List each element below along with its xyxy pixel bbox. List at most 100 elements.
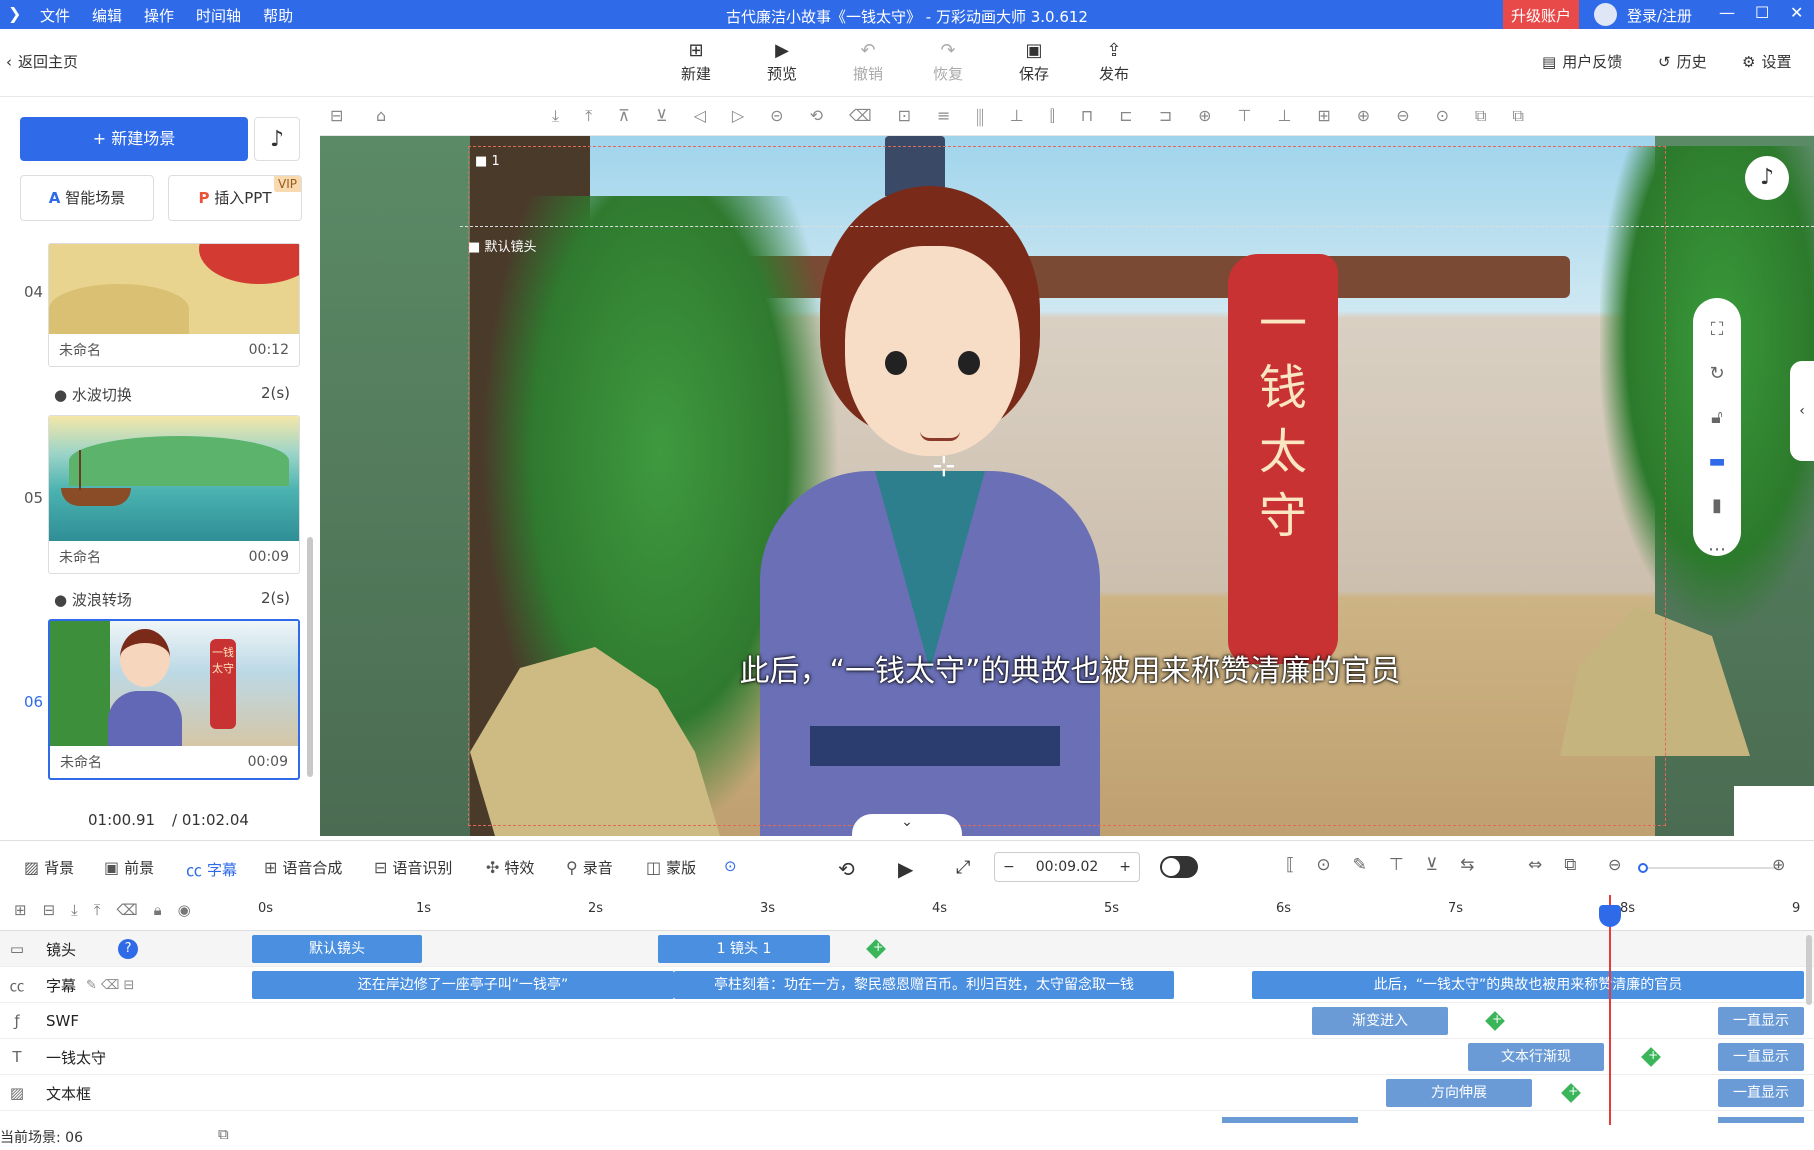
plus-icon[interactable]: + bbox=[1119, 859, 1131, 875]
new-scene-button[interactable]: + 新建场景 bbox=[20, 117, 248, 161]
history-button[interactable]: ↺ 历史 bbox=[1658, 51, 1707, 72]
toggle-switch[interactable] bbox=[1160, 856, 1198, 878]
add-folder-icon[interactable]: ⊞ bbox=[14, 901, 27, 924]
scene-card-06[interactable]: 一钱太守 未命名 00:09 bbox=[48, 619, 300, 780]
minimize-icon[interactable]: — bbox=[1719, 3, 1735, 22]
effect-clip[interactable]: 一直显示 bbox=[1718, 1043, 1804, 1071]
effect-clip[interactable]: 文本行渐现 bbox=[1468, 1043, 1604, 1071]
add-keyframe-icon[interactable] bbox=[1641, 1047, 1661, 1067]
save-button[interactable]: ▣ 保存 bbox=[1008, 39, 1060, 84]
caption-clip[interactable]: 亭柱刻着：功在一方，黎民感恩赠百币。利归百姓，太守留念取一钱 bbox=[674, 971, 1174, 999]
chevron-down-icon[interactable]: ⌄ bbox=[852, 814, 962, 836]
undo-button[interactable]: ↶ 撤销 bbox=[842, 39, 894, 84]
rotate-icon[interactable]: ↻ bbox=[1693, 352, 1741, 396]
play-icon[interactable]: ▶ bbox=[898, 857, 913, 881]
ruler-icon[interactable]: ⊟ bbox=[330, 106, 343, 125]
copy-icon[interactable]: ⧉ bbox=[218, 1125, 229, 1143]
align-tools[interactable]: ⤓⤒⊼⊻◁▷⊝⟲⌫⊡≡⫼⊥⫿⊓⊏⊐⊕⊤⊥⊞⊕⊖⊙⧉⧉ bbox=[552, 106, 1550, 126]
login-button[interactable]: 登录/注册 bbox=[1627, 5, 1692, 26]
help-icon[interactable]: ? bbox=[118, 939, 139, 959]
fullscreen-icon[interactable]: ⛶ bbox=[1693, 308, 1741, 352]
scene-card-05[interactable]: 未命名 00:09 bbox=[48, 415, 300, 574]
timeline-tools[interactable]: ⟦⊙✎⊤⊻⇆ bbox=[1286, 855, 1496, 875]
more-tabs-icon[interactable]: ⊙ bbox=[724, 857, 737, 875]
lock-icon[interactable]: 🔒︎ bbox=[154, 901, 162, 924]
camera-clip[interactable]: 默认镜头 bbox=[252, 935, 422, 963]
add-keyframe-icon[interactable] bbox=[1561, 1083, 1581, 1103]
insert-ppt-button[interactable]: P 插入PPT VIP bbox=[168, 175, 302, 221]
tab-record[interactable]: ⚲ 录音 bbox=[566, 857, 613, 878]
tab-foreground[interactable]: ▣ 前景 bbox=[104, 857, 154, 878]
redo-button[interactable]: ↷ 恢复 bbox=[922, 39, 974, 84]
track-label[interactable]: T 一钱太守 bbox=[0, 1039, 252, 1075]
camera-frame[interactable] bbox=[468, 146, 1666, 826]
avatar[interactable] bbox=[1594, 3, 1617, 26]
transition-item[interactable]: ● 水波切换 2(s) bbox=[54, 384, 290, 405]
time-ruler[interactable]: 0s 1s 2s 3s 4s 5s 6s 7s 8s 9 bbox=[252, 895, 1814, 931]
settings-button[interactable]: ⚙ 设置 bbox=[1742, 51, 1791, 72]
trash-icon[interactable]: ⌫ bbox=[116, 901, 137, 924]
panel-toggle-icon[interactable]: ‹ bbox=[1790, 361, 1814, 461]
move-down-icon[interactable]: ⤓ bbox=[71, 901, 78, 924]
music-note-icon[interactable]: ♪ bbox=[254, 117, 300, 161]
tab-tts[interactable]: ⊞ 语音合成 bbox=[264, 857, 342, 878]
track-label[interactable]: ▨ 文本框 bbox=[0, 1075, 252, 1111]
minimap[interactable] bbox=[1734, 786, 1814, 836]
tab-mask[interactable]: ◫ 蒙版 bbox=[646, 857, 696, 878]
zoom-out-icon[interactable]: ⊖ bbox=[1608, 855, 1621, 874]
monitor-icon[interactable]: ▬ bbox=[1693, 440, 1741, 484]
camera-clip[interactable]: 1 镜头 1 bbox=[658, 935, 830, 963]
effect-clip[interactable]: 一直显示 bbox=[1718, 1007, 1804, 1035]
effect-clip[interactable] bbox=[1222, 1117, 1358, 1123]
replay-icon[interactable]: ⟲ bbox=[838, 857, 855, 881]
stage-canvas[interactable]: 一 钱 太 守 ■ 1 ■ 默认镜头 ⊹ 此后，“一钱太守”的典故也被用来称赞清… bbox=[320, 136, 1814, 836]
tab-asr[interactable]: ⊟ 语音识别 bbox=[374, 857, 452, 878]
zoom-fit-tools[interactable]: ⇔⧉ bbox=[1528, 855, 1598, 875]
new-button[interactable]: ⊞ 新建 bbox=[670, 39, 722, 84]
home-icon[interactable]: ⌂ bbox=[376, 106, 386, 125]
time-stepper[interactable]: − 00:09.02 + bbox=[994, 852, 1140, 882]
feedback-button[interactable]: ▤ 用户反馈 bbox=[1542, 51, 1622, 72]
time-stepper-value[interactable]: 00:09.02 bbox=[1036, 859, 1099, 875]
track-label[interactable]: ㏄ 字幕 ✎ ⌫ ⊟ bbox=[0, 967, 252, 1003]
effect-clip[interactable]: 渐变进入 bbox=[1312, 1007, 1448, 1035]
effect-clip[interactable] bbox=[1718, 1117, 1804, 1123]
smart-scene-button[interactable]: A 智能场景 bbox=[20, 175, 154, 221]
caption-clip[interactable]: 还在岸边修了一座亭子叫“一钱亭” bbox=[252, 971, 674, 999]
track-label[interactable]: ƒ SWF bbox=[0, 1003, 252, 1039]
back-home-button[interactable]: ‹ 返回主页 bbox=[6, 51, 78, 72]
more-icon[interactable]: ⋯ bbox=[1693, 528, 1741, 572]
scrollbar[interactable] bbox=[1806, 935, 1812, 1005]
add-keyframe-icon[interactable] bbox=[866, 939, 886, 959]
playhead[interactable] bbox=[1609, 895, 1611, 1125]
edit-icon[interactable]: ✎ ⌫ ⊟ bbox=[86, 978, 134, 993]
zoom-slider[interactable] bbox=[1638, 863, 1778, 873]
music-note-icon[interactable]: ♪ bbox=[1745, 156, 1789, 200]
unlock-icon[interactable]: 🔓︎ bbox=[1693, 396, 1741, 440]
maximize-icon[interactable]: ☐ bbox=[1755, 3, 1769, 22]
expand-icon[interactable]: ⤢ bbox=[956, 857, 970, 878]
track-label[interactable]: ▭ 镜头? bbox=[0, 931, 252, 967]
folder-icon[interactable]: ⊟ bbox=[43, 901, 56, 924]
tab-caption[interactable]: ㏄字幕 bbox=[186, 857, 237, 881]
effect-clip[interactable]: 一直显示 bbox=[1718, 1079, 1804, 1107]
tab-effects[interactable]: ✣ 特效 bbox=[486, 857, 534, 878]
phone-icon[interactable]: ▮ bbox=[1693, 484, 1741, 528]
tab-background[interactable]: ▨ 背景 bbox=[24, 857, 74, 878]
zoom-in-icon[interactable]: ⊕ bbox=[1772, 855, 1785, 874]
caption-clip[interactable]: 此后，“一钱太守”的典故也被用来称赞清廉的官员 bbox=[1252, 971, 1804, 999]
preview-button[interactable]: ▶ 预览 bbox=[756, 39, 808, 84]
scene-card-04[interactable]: 未命名 00:12 bbox=[48, 243, 300, 367]
upgrade-button[interactable]: 升级账户 bbox=[1503, 0, 1580, 29]
close-icon[interactable]: ✕ bbox=[1790, 3, 1803, 22]
eye-icon[interactable]: ◉ bbox=[178, 901, 191, 924]
effect-clip[interactable]: 方向伸展 bbox=[1386, 1079, 1532, 1107]
scrollbar[interactable] bbox=[307, 537, 313, 777]
add-keyframe-icon[interactable] bbox=[1485, 1011, 1505, 1031]
subtitle-text[interactable]: 此后，“一钱太守”的典故也被用来称赞清廉的官员 bbox=[620, 646, 1520, 690]
minus-icon[interactable]: − bbox=[1003, 859, 1015, 875]
transition-item[interactable]: ● 波浪转场 2(s) bbox=[54, 589, 290, 610]
playhead-handle[interactable] bbox=[1599, 905, 1621, 927]
move-up-icon[interactable]: ⤒ bbox=[94, 901, 101, 924]
publish-button[interactable]: ⇪ 发布 bbox=[1088, 39, 1140, 84]
